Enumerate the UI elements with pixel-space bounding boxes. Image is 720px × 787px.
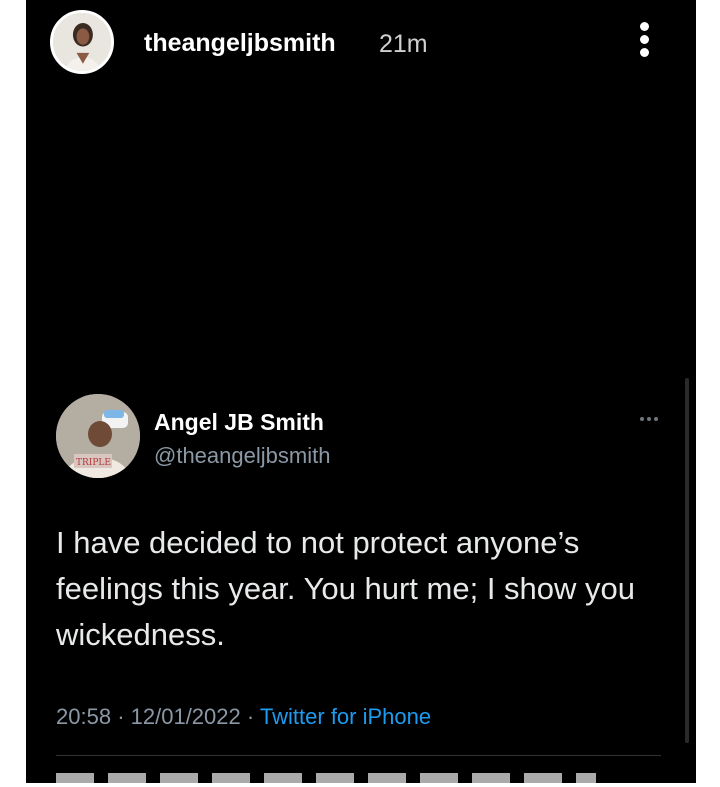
more-horizontal-icon[interactable] <box>640 408 664 421</box>
tweet-time: 20:58 <box>56 704 112 729</box>
tweet-display-name[interactable]: Angel JB Smith <box>154 409 324 436</box>
story-time: 21m <box>379 30 428 58</box>
tweet-meta: 20:58 · 12/01/2022 · Twitter for iPhone <box>56 704 431 730</box>
divider <box>56 755 661 756</box>
tweet-text: I have decided to not protect anyone’s f… <box>56 525 636 652</box>
meta-separator: · <box>246 704 255 729</box>
profile-photo-icon: TRIPLE <box>56 394 140 478</box>
cropped-stats-row <box>56 773 596 783</box>
svg-text:TRIPLE: TRIPLE <box>76 458 111 468</box>
tweet-source-link[interactable]: Twitter for iPhone <box>260 704 431 729</box>
story-username[interactable]: theangeljbsmith <box>144 29 336 58</box>
tweet-avatar[interactable]: TRIPLE <box>56 394 140 478</box>
meta-separator: · <box>117 704 125 729</box>
profile-photo-icon <box>53 13 111 71</box>
tweet-card: TRIPLE Angel JB Smith @theangeljbsmith I… <box>26 378 696 783</box>
story-avatar[interactable] <box>50 10 114 74</box>
tweet-handle[interactable]: @theangeljbsmith <box>154 443 330 469</box>
tweet-date: 12/01/2022 <box>130 704 241 729</box>
story-screen: theangeljbsmith 21m TRIPLE Angel JB Smit… <box>26 0 696 783</box>
more-vertical-icon[interactable] <box>634 22 654 62</box>
scrollbar[interactable] <box>685 378 689 743</box>
story-header: theangeljbsmith 21m <box>26 0 696 90</box>
